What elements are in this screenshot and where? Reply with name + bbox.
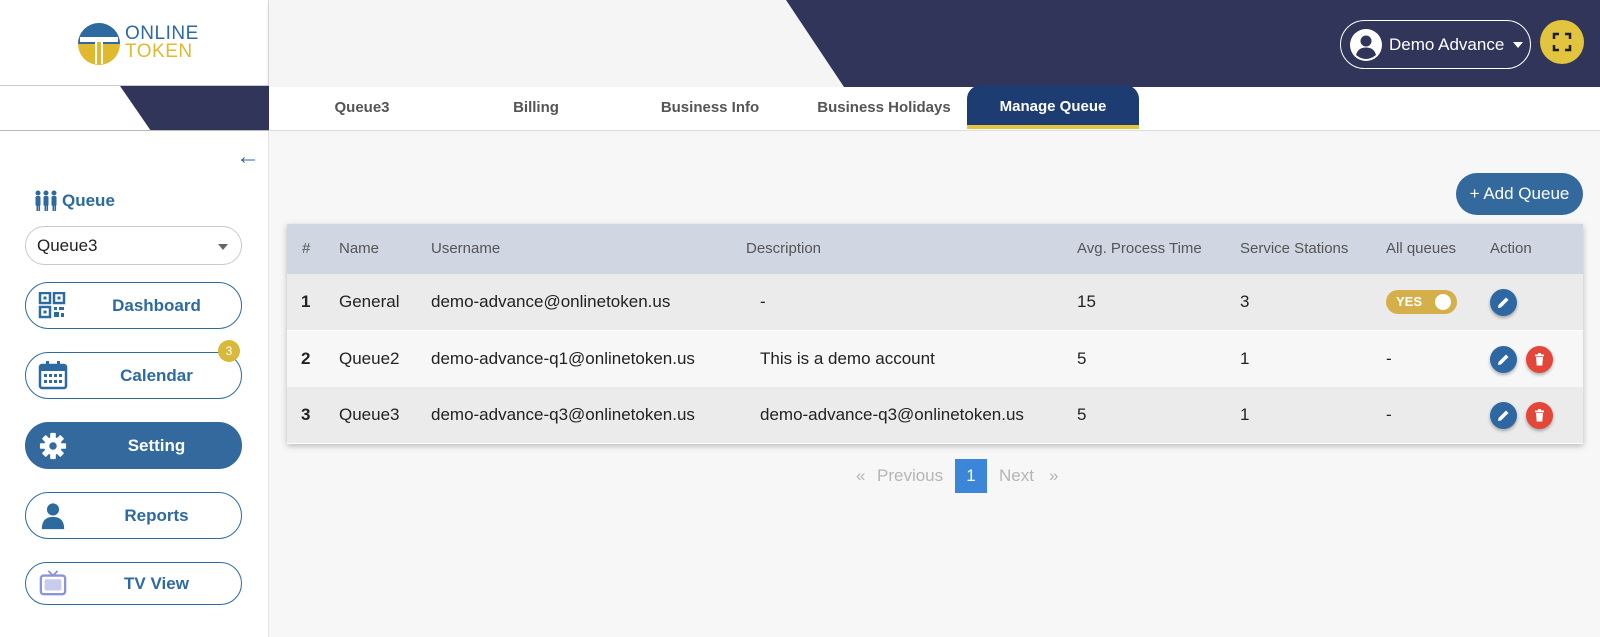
logo[interactable]: ONLINE TOKEN [0, 0, 269, 86]
user-name: Demo Advance [1389, 35, 1505, 54]
row-name: Queue2 [339, 349, 400, 368]
row-avg-time: 5 [1077, 405, 1087, 424]
sidebar: ONLINE TOKEN ← Queue Queue3 Dashboard Ca… [0, 0, 269, 637]
trash-icon [1535, 353, 1544, 366]
column-header-action: Action [1490, 240, 1532, 257]
queue-label: Queue [34, 190, 115, 212]
person-icon [41, 503, 65, 530]
row-number: 2 [301, 349, 311, 368]
row-number: 1 [301, 292, 311, 311]
chevron-down-icon [218, 244, 228, 250]
sidebar-item-dashboard[interactable]: Dashboard [25, 282, 242, 329]
column-header-name: Name [339, 240, 380, 257]
tab-queue3[interactable]: Queue3 [276, 87, 448, 127]
fullscreen-icon [1552, 32, 1572, 52]
qr-code-icon [38, 292, 66, 319]
sidebar-item-label: Calendar [120, 365, 193, 385]
row-username: demo-advance@onlinetoken.us [431, 292, 671, 311]
row-avg-time: 15 [1077, 292, 1096, 311]
sidebar-item-reports[interactable]: Reports [25, 492, 242, 539]
pencil-icon [1498, 410, 1509, 421]
trash-icon [1535, 409, 1544, 422]
row-username: demo-advance-q1@onlinetoken.us [431, 349, 695, 368]
edit-button[interactable] [1490, 402, 1517, 429]
row-number: 3 [301, 405, 311, 424]
table-header: # Name Username Description Avg. Process… [287, 224, 1583, 274]
row-name: Queue3 [339, 405, 400, 424]
table-row: 1 General demo-advance@onlinetoken.us - … [287, 274, 1583, 330]
row-stations: 1 [1240, 405, 1250, 424]
row-avg-time: 5 [1077, 349, 1087, 368]
tab-business-info[interactable]: Business Info [624, 87, 796, 127]
edit-button[interactable] [1490, 346, 1517, 373]
settings-tabs: Queue3 Billing Business Info Business Ho… [269, 85, 1600, 131]
sidebar-banner [0, 86, 269, 131]
toggle-label: YES [1396, 294, 1423, 309]
column-header-number: # [302, 240, 311, 257]
table-row: 2 Queue2 demo-advance-q1@onlinetoken.us … [287, 331, 1583, 387]
user-menu-button[interactable]: Demo Advance [1340, 20, 1531, 69]
column-header-all-queues: All queues [1386, 240, 1457, 257]
collapse-sidebar-arrow-icon[interactable]: ← [236, 143, 260, 171]
chevron-down-icon [1513, 42, 1523, 48]
queue-select-value: Queue3 [37, 236, 98, 255]
tab-billing[interactable]: Billing [450, 87, 622, 127]
row-name: General [339, 292, 400, 311]
pagination-prev-arrow[interactable]: « [856, 459, 865, 493]
tv-icon [39, 570, 67, 596]
sidebar-item-label: Setting [127, 435, 186, 455]
sidebar-item-tv-view[interactable]: TV View [25, 562, 242, 605]
add-queue-button[interactable]: + Add Queue [1456, 173, 1583, 215]
row-stations: 3 [1240, 292, 1250, 311]
row-description: demo-advance-q3@onlinetoken.us [760, 405, 1024, 424]
pagination-next[interactable]: Next [999, 459, 1034, 493]
tab-business-holidays[interactable]: Business Holidays [798, 87, 970, 127]
sidebar-item-label: TV View [124, 573, 189, 593]
pagination-next-arrow[interactable]: » [1049, 459, 1058, 493]
brand-line-2: TOKEN [125, 41, 193, 62]
sidebar-item-setting[interactable]: Setting [25, 422, 242, 469]
sidebar-item-label: Dashboard [112, 295, 201, 315]
queue-label-text: Queue [62, 191, 115, 210]
row-username: demo-advance-q3@onlinetoken.us [431, 405, 695, 424]
logo-mark-icon [78, 23, 120, 65]
column-header-username: Username [431, 240, 501, 257]
user-avatar-icon [1350, 29, 1382, 61]
pencil-icon [1498, 354, 1509, 365]
calendar-count-badge: 3 [218, 340, 240, 362]
all-queues-toggle[interactable]: YES [1386, 290, 1457, 314]
sidebar-item-calendar[interactable]: Calendar [25, 352, 242, 399]
pagination-previous[interactable]: Previous [877, 459, 943, 493]
row-stations: 1 [1240, 349, 1250, 368]
people-group-icon [35, 190, 57, 211]
tab-manage-queue[interactable]: Manage Queue [967, 85, 1139, 129]
sidebar-item-label: Reports [124, 505, 189, 525]
column-header-description: Description [746, 240, 822, 257]
calendar-icon [38, 361, 68, 390]
row-description: This is a demo account [760, 349, 935, 368]
edit-button[interactable] [1490, 289, 1517, 316]
toggle-knob [1435, 294, 1451, 310]
gear-icon [39, 432, 67, 460]
column-header-stations: Service Stations [1240, 240, 1349, 257]
column-header-avg-time: Avg. Process Time [1077, 240, 1202, 257]
row-all-queues: - [1386, 349, 1392, 368]
queue-select[interactable]: Queue3 [25, 226, 242, 265]
queue-table: # Name Username Description Avg. Process… [287, 224, 1583, 444]
pencil-icon [1498, 297, 1509, 308]
delete-button[interactable] [1526, 402, 1553, 429]
row-all-queues: - [1386, 405, 1392, 424]
row-description: - [760, 292, 766, 311]
fullscreen-button[interactable] [1540, 20, 1584, 64]
pagination-current-page[interactable]: 1 [955, 459, 987, 493]
table-row: 3 Queue3 demo-advance-q3@onlinetoken.us … [287, 387, 1583, 443]
delete-button[interactable] [1526, 346, 1553, 373]
